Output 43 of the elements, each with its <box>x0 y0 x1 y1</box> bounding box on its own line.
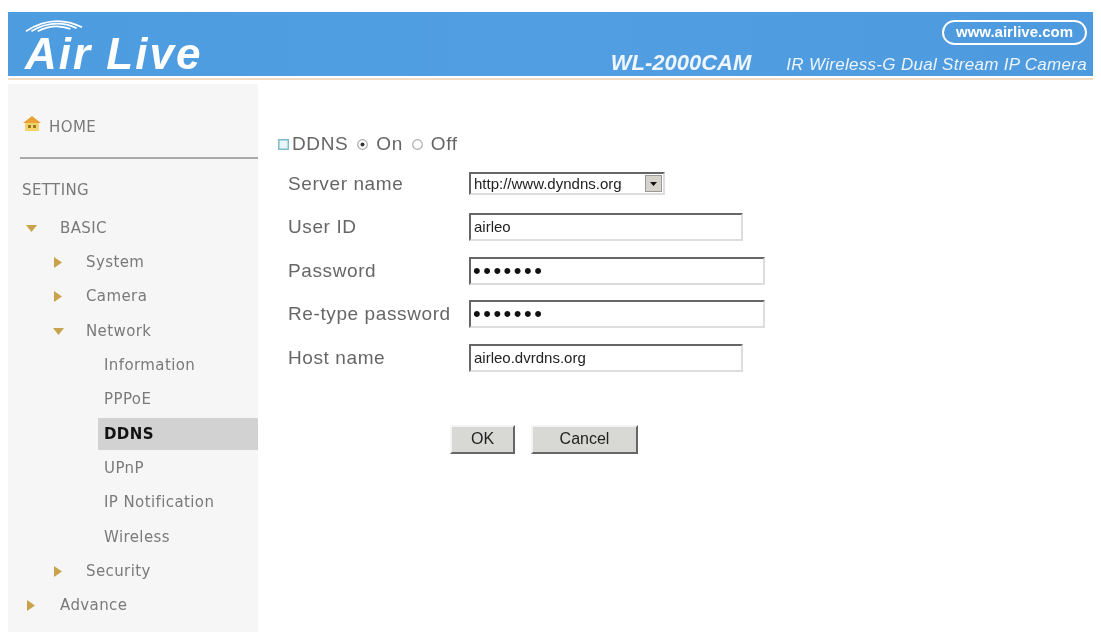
caret-down-icon[interactable] <box>26 224 37 232</box>
radio-button[interactable] <box>411 138 423 150</box>
sidebar-item[interactable]: Wireless <box>98 520 258 553</box>
password-field[interactable]: ••••••• <box>469 300 765 329</box>
house-icon <box>22 115 42 131</box>
radio-button[interactable] <box>357 138 369 150</box>
sidebar-item[interactable]: System <box>86 251 145 274</box>
sidebar-item[interactable]: Security <box>86 559 151 583</box>
field-label: Password <box>287 258 378 283</box>
model-name: WL-2000CAM <box>610 52 752 74</box>
section-heading: SETTING <box>22 179 90 201</box>
sidebar-item[interactable]: IP Notification <box>98 486 258 519</box>
sidebar-item[interactable]: Information <box>98 349 258 382</box>
square-bullet-icon <box>278 138 289 150</box>
website-badge: www.airlive.com <box>942 20 1087 45</box>
ddns-label: DDNS <box>292 131 349 156</box>
sidebar-item[interactable]: Camera <box>86 285 148 308</box>
caret-down-icon[interactable] <box>53 327 64 335</box>
sidebar-item[interactable]: DDNS <box>98 417 258 450</box>
select-field[interactable]: http://www.dyndns.org <box>469 172 665 196</box>
caret-right-icon[interactable] <box>27 599 35 611</box>
text-field[interactable]: airleo.dvrdns.org <box>469 343 743 372</box>
radio-label: On <box>376 131 403 156</box>
form-button[interactable]: Cancel <box>531 424 638 454</box>
form-button[interactable]: OK <box>450 424 515 454</box>
caret-right-icon[interactable] <box>54 291 62 303</box>
sidebar-item[interactable]: UPnP <box>98 452 258 485</box>
logo-text: Air Live <box>25 32 203 76</box>
sidebar-item[interactable]: BASIC <box>60 216 107 240</box>
text-field[interactable]: airleo <box>469 213 743 242</box>
radio-label: Off <box>430 131 458 156</box>
sidebar-item[interactable]: PPPoE <box>98 383 258 416</box>
field-label: Re-type password <box>287 302 452 326</box>
field-label: Server name <box>287 171 405 196</box>
product-tagline: IR Wireless-G Dual Stream IP Camera <box>786 56 1087 73</box>
field-label: User ID <box>287 215 358 239</box>
home-link[interactable]: HOME <box>49 115 97 139</box>
caret-right-icon[interactable] <box>54 565 62 577</box>
caret-right-icon[interactable] <box>54 256 62 268</box>
sidebar-item[interactable]: Advance <box>60 594 128 617</box>
sidebar-item[interactable]: Network <box>86 319 152 343</box>
field-label: Host name <box>287 345 387 370</box>
password-field[interactable]: ••••••• <box>469 256 765 285</box>
